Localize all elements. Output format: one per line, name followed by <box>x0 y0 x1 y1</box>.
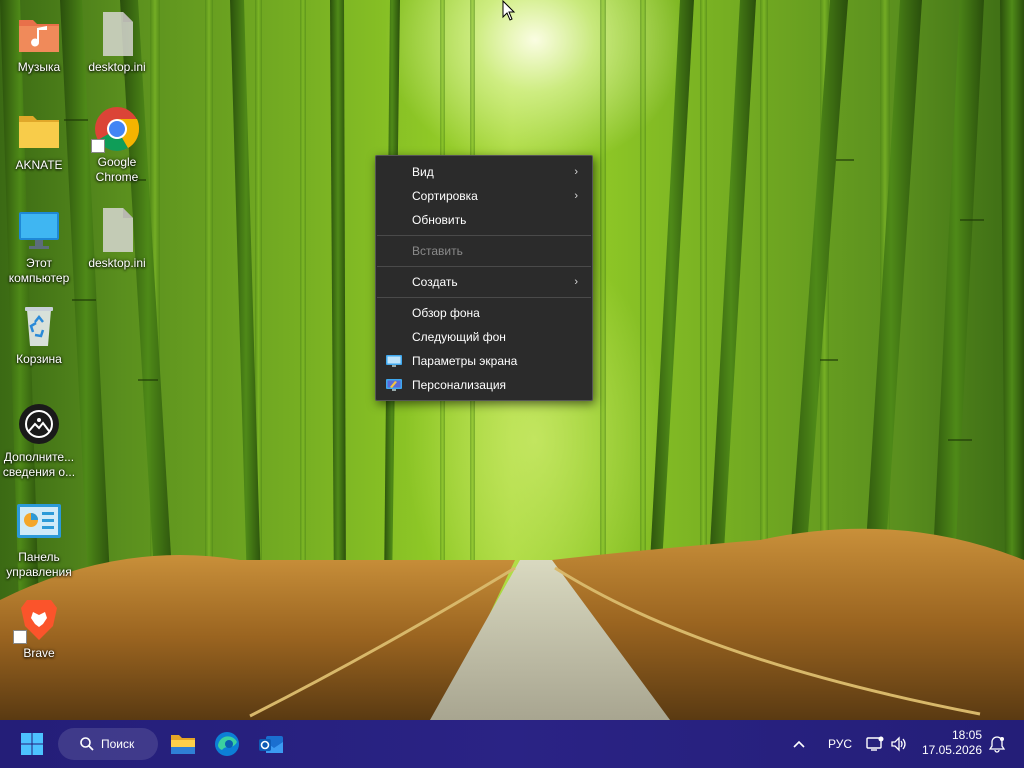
taskbar-outlook[interactable] <box>254 728 288 760</box>
menu-item-label: Параметры экрана <box>412 354 518 368</box>
desktop-icon-music[interactable]: Музыка <box>0 10 78 75</box>
shortcut-arrow-icon <box>91 139 105 153</box>
desktop-icon-label: Дополните... сведения о... <box>2 450 76 479</box>
language-indicator[interactable]: РУС <box>828 737 852 751</box>
shortcut-arrow-icon <box>13 630 27 644</box>
desktop-icon-label: Корзина <box>16 352 62 366</box>
brave-icon <box>13 596 63 644</box>
mouse-cursor-icon <box>502 0 516 21</box>
desktop-icon-aknate[interactable]: AKNATE <box>0 108 78 173</box>
menu-item-paste: Вставить <box>376 239 592 263</box>
outlook-icon <box>259 736 283 753</box>
volume-icon <box>891 736 906 752</box>
menu-item-view[interactable]: Вид › <box>376 160 592 184</box>
edge-icon <box>215 732 239 756</box>
menu-item-browse-background[interactable]: Обзор фона <box>376 301 592 325</box>
menu-item-label: Обновить <box>412 213 467 227</box>
desktop-icon-brave[interactable]: Brave <box>0 596 78 661</box>
clock-time: 18:05 <box>951 728 982 742</box>
search-label: Поиск <box>101 737 135 751</box>
file-explorer-icon <box>171 735 195 754</box>
clock-date: 17.05.2026 <box>921 743 982 757</box>
chevron-right-icon: › <box>574 166 578 178</box>
desktop-icon-label: Музыка <box>17 60 61 74</box>
desktop-icon-more-info[interactable]: Дополните... сведения о... <box>0 400 78 480</box>
desktop-icon-label: Панель управления <box>6 550 72 579</box>
info-icon <box>15 400 63 448</box>
desktop-icon-this-pc[interactable]: Этот компьютер <box>0 206 78 286</box>
menu-item-label: Вид <box>412 165 434 179</box>
menu-item-refresh[interactable]: Обновить <box>376 208 592 232</box>
menu-item-label: Следующий фон <box>412 330 506 344</box>
chevron-right-icon: › <box>574 276 578 288</box>
desktop-icon-google-chrome[interactable]: Google Chrome <box>78 105 156 185</box>
menu-item-label: Сортировка <box>412 189 478 203</box>
desktop-icon-label: Этот компьютер <box>8 256 70 285</box>
this-pc-icon <box>15 206 63 254</box>
recycle-bin-icon <box>15 302 63 350</box>
taskbar-search[interactable]: Поиск <box>58 728 158 760</box>
ini-file-icon <box>93 10 141 58</box>
menu-item-next-background[interactable]: Следующий фон <box>376 325 592 349</box>
menu-item-label: Обзор фона <box>412 306 480 320</box>
ini-file-icon <box>93 206 141 254</box>
menu-item-label: Создать <box>412 275 458 289</box>
menu-separator <box>377 266 591 267</box>
chevron-up-icon <box>793 740 805 748</box>
personalization-icon <box>386 379 402 391</box>
menu-item-personalization[interactable]: Персонализация <box>376 373 592 397</box>
music-folder-icon <box>15 10 63 58</box>
desktop-icon-label: desktop.ini <box>88 256 146 270</box>
chrome-icon <box>91 105 141 153</box>
taskbar-edge[interactable] <box>210 728 244 760</box>
desktop-icon-label: AKNATE <box>15 158 63 172</box>
desktop-icon-desktop-ini[interactable]: desktop.ini <box>78 10 156 75</box>
control-panel-icon <box>15 500 63 548</box>
network-icon <box>866 736 884 751</box>
menu-item-sort[interactable]: Сортировка › <box>376 184 592 208</box>
desktop-icon-label: desktop.ini <box>88 60 146 74</box>
search-icon <box>80 737 94 751</box>
taskbar-file-explorer[interactable] <box>166 728 200 760</box>
start-icon <box>21 733 43 755</box>
folder-icon <box>15 108 63 156</box>
desktop-icon-control-panel[interactable]: Панель управления <box>0 500 78 580</box>
taskbar: Поиск РУС 18:05 17.05.2026 <box>0 720 1024 768</box>
desktop-icon-recycle-bin[interactable]: Корзина <box>0 302 78 367</box>
desktop-icon-label: Brave <box>23 646 55 660</box>
tray-volume-button[interactable] <box>888 728 910 760</box>
menu-separator <box>377 297 591 298</box>
tray-overflow-button[interactable] <box>788 728 810 760</box>
menu-item-new[interactable]: Создать › <box>376 270 592 294</box>
notification-bell-icon <box>989 736 1005 753</box>
desktop-icon-label: Google Chrome <box>95 155 139 184</box>
taskbar-clock[interactable]: 18:05 17.05.2026 <box>922 728 982 758</box>
desktop-icon-desktop-ini-2[interactable]: desktop.ini <box>78 206 156 271</box>
chevron-right-icon: › <box>574 190 578 202</box>
notifications-button[interactable] <box>986 728 1008 760</box>
menu-item-label: Персонализация <box>412 378 507 392</box>
menu-separator <box>377 235 591 236</box>
display-settings-icon <box>386 355 402 367</box>
menu-item-label: Вставить <box>412 244 463 258</box>
menu-item-display-settings[interactable]: Параметры экрана <box>376 349 592 373</box>
tray-network-button[interactable] <box>864 728 886 760</box>
desktop-context-menu: Вид › Сортировка › Обновить Вставить Соз… <box>375 155 593 401</box>
start-button[interactable] <box>16 728 48 760</box>
